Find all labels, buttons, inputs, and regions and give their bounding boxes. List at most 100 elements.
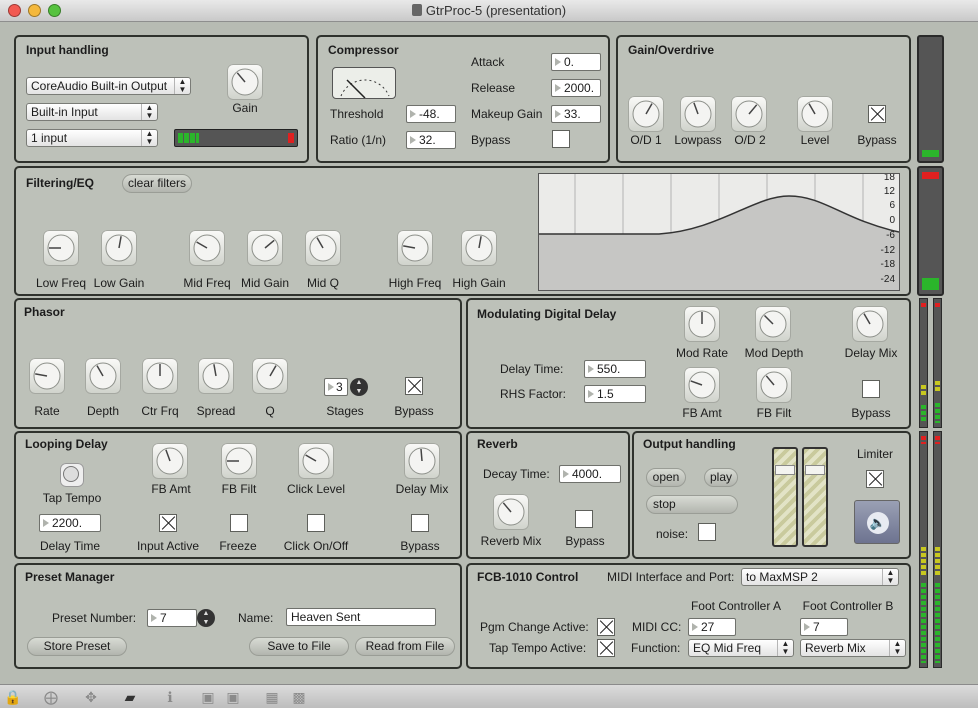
click-level-knob[interactable] [298,443,334,479]
release-field[interactable]: 2000. [551,79,601,97]
overdrive-bypass-checkbox[interactable] [868,105,886,123]
low-gain-knob[interactable] [101,230,137,266]
loop-delay-mix-knob[interactable] [404,443,440,479]
loop-delay-time-field[interactable]: 2200. [39,514,101,532]
level-meter [919,431,928,668]
play-button[interactable]: play [704,468,738,487]
panel-title: Modulating Digital Delay [477,307,617,321]
depth-knob[interactable] [85,358,121,394]
input-active-checkbox[interactable] [159,514,177,532]
audio-driver-menu[interactable]: CoreAudio Built-in Output ▲ ▼ [26,77,191,95]
compressor-bypass-checkbox[interactable] [552,130,570,148]
store-preset-button[interactable]: Store Preset [27,637,127,656]
spread-knob[interactable] [198,358,234,394]
move-icon[interactable]: ✥ [82,688,100,706]
read-from-file-button[interactable]: Read from File [355,637,455,656]
phasor-bypass-checkbox[interactable] [405,377,423,395]
layer-front-icon[interactable]: ▣ [224,688,242,706]
reverb-mix-knob[interactable] [493,494,529,530]
rate-knob[interactable] [29,358,65,394]
mid-freq-knob[interactable] [189,230,225,266]
midi-cc-a-field[interactable]: 27 [688,618,736,636]
bypass-label: Bypass [857,133,897,147]
fb-filt-knob[interactable] [756,367,792,403]
dsp-toggle-button[interactable]: 🔈 [854,500,900,544]
high-freq-knob[interactable] [397,230,433,266]
bypass-label: Bypass [565,534,605,548]
add-object-icon[interactable]: ⨁ [42,688,60,706]
pgm-change-checkbox[interactable] [597,618,615,636]
reverb-bypass-checkbox[interactable] [575,510,593,528]
lock-icon[interactable]: 🔒 [4,688,22,706]
function-b-menu[interactable]: Reverb Mix ▲ ▼ [800,639,906,657]
input-active-label: Input Active [136,539,200,553]
input-device-menu[interactable]: Built-in Input ▲ ▼ [26,103,158,121]
od2-knob[interactable] [731,96,767,132]
mod-delay-mix-knob[interactable] [852,306,888,342]
loop-fb-amt-knob[interactable] [152,443,188,479]
info-icon[interactable]: ℹ [161,688,179,706]
fader-handle[interactable] [775,465,795,475]
low-freq-knob[interactable] [43,230,79,266]
loop-bypass-checkbox[interactable] [411,514,429,532]
lowpass-knob[interactable] [680,96,716,132]
od1-knob[interactable] [628,96,664,132]
delay-time-label: Delay Time [39,539,101,553]
open-button[interactable]: open [646,468,686,487]
ratio-field[interactable]: 32. [406,131,456,149]
output-fader-left[interactable] [772,447,798,547]
attack-field[interactable]: 0. [551,53,601,71]
preset-name-field[interactable]: Heaven Sent [286,608,436,626]
input-count-menu[interactable]: 1 input ▲ ▼ [26,129,158,147]
panel-title: Preset Manager [25,570,115,584]
stages-stepper[interactable]: ▲ ▼ [350,378,368,396]
high-gain-knob[interactable] [461,230,497,266]
level-knob[interactable] [797,96,833,132]
click-on-off-checkbox[interactable] [307,514,325,532]
noise-checkbox[interactable] [698,523,716,541]
layer-back-icon[interactable]: ▣ [199,688,217,706]
stop-button[interactable]: stop [646,495,738,514]
threshold-field[interactable]: -48. [406,105,456,123]
delay-time-field[interactable]: 550. [584,360,646,378]
eq-knob-label: Mid Q [306,276,340,290]
reverb-panel: Reverb Decay Time: 4000. Reverb Mix Bypa… [466,431,630,559]
ctr-frq-knob[interactable] [142,358,178,394]
tap-tempo-button[interactable] [60,463,84,487]
stages-field[interactable]: 3 [324,378,348,396]
clear-filters-button[interactable]: clear filters [122,174,192,193]
mod-rate-knob[interactable] [684,306,720,342]
mod-depth-knob[interactable] [755,306,791,342]
mod-delay-bypass-checkbox[interactable] [862,380,880,398]
midi-port-menu[interactable]: to MaxMSP 2 ▲ ▼ [741,568,899,586]
limiter-checkbox[interactable] [866,470,884,488]
rhs-factor-field[interactable]: 1.5 [584,385,646,403]
tap-tempo-active-checkbox[interactable] [597,639,615,657]
q-knob[interactable] [252,358,288,394]
eq-response-display[interactable]: 18 12 6 0 -6 -12 -18 -24 [538,173,900,291]
preset-number-stepper[interactable]: ▲ ▼ [197,609,215,627]
loop-fb-filt-knob[interactable] [221,443,257,479]
midi-cc-b-field[interactable]: 7 [800,618,848,636]
snap-icon[interactable]: ▩ [290,688,308,706]
mid-gain-knob[interactable] [247,230,283,266]
looping-delay-panel: Looping Delay Tap Tempo FB Amt FB Filt C… [14,431,462,559]
function-a-menu[interactable]: EQ Mid Freq ▲ ▼ [688,639,794,657]
save-to-file-button[interactable]: Save to File [249,637,349,656]
preset-number-field[interactable]: 7 [147,609,197,627]
output-fader-right[interactable] [802,447,828,547]
eq-knob-label: Low Gain [93,276,145,290]
eq-scale-label: -18 [880,259,895,270]
presentation-icon[interactable]: ▰ [121,688,139,706]
fb-amt-knob[interactable] [684,367,720,403]
compressor-panel: Compressor Threshold -48. Ratio (1/n) 32… [316,35,610,163]
decay-time-field[interactable]: 4000. [559,465,621,483]
mid-q-knob[interactable] [305,230,341,266]
freeze-checkbox[interactable] [230,514,248,532]
fader-handle[interactable] [805,465,825,475]
makeup-gain-field[interactable]: 33. [551,105,601,123]
gain-knob[interactable] [227,64,263,100]
grid-icon[interactable]: ▦ [263,688,281,706]
eq-scale-label: -24 [880,274,895,285]
eq-knob-label: Mid Gain [240,276,290,290]
